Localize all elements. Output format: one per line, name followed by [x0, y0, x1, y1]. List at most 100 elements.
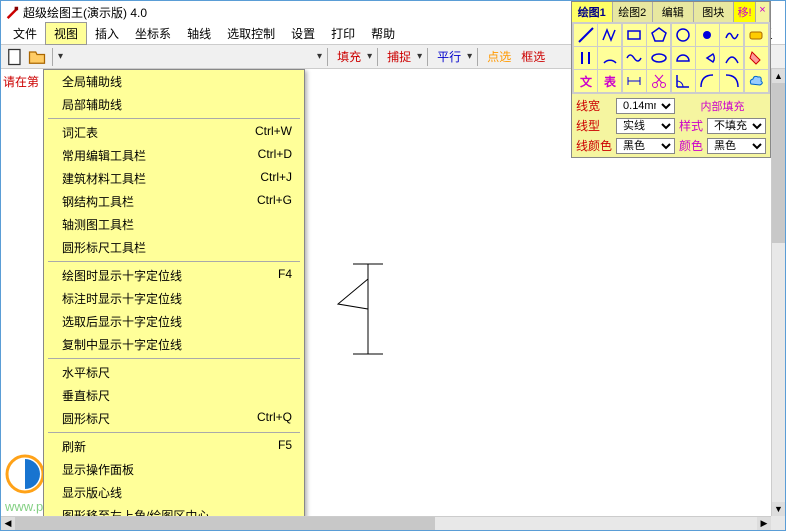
menu-view[interactable]: 视图 — [45, 22, 87, 45]
tool-rect[interactable] — [623, 24, 646, 46]
menu-file[interactable]: 文件 — [5, 23, 45, 44]
tool-freehand[interactable] — [720, 24, 743, 46]
menu-global-guides[interactable]: 全局辅助线 — [44, 70, 304, 93]
scroll-left-button[interactable]: ◀ — [1, 517, 15, 530]
linestyle-select[interactable]: 实线 — [616, 118, 675, 134]
menu-coord[interactable]: 坐标系 — [127, 23, 179, 44]
tool-circle[interactable] — [672, 24, 695, 46]
svg-text:文: 文 — [580, 74, 593, 89]
linewidth-label: 线宽 — [576, 97, 612, 114]
tool-dot[interactable] — [696, 24, 719, 46]
menu-crosshair-annotate[interactable]: 标注时显示十字定位线 — [44, 287, 304, 310]
linecolor-select[interactable]: 黑色 — [616, 138, 675, 154]
menu-settings[interactable]: 设置 — [283, 23, 323, 44]
menu-local-guides[interactable]: 局部辅助线 — [44, 93, 304, 116]
tool-text[interactable]: 文 — [574, 70, 597, 92]
tool-arc3[interactable] — [720, 70, 743, 92]
vertical-scrollbar[interactable]: ▲ ▼ — [771, 69, 785, 516]
app-icon — [5, 5, 19, 19]
tool-sector[interactable] — [696, 47, 719, 69]
snap-label[interactable]: 捕捉 — [383, 48, 415, 65]
tool-polyline[interactable] — [598, 24, 621, 46]
tool-cut[interactable] — [647, 70, 670, 92]
menu-show-panel[interactable]: 显示操作面板 — [44, 458, 304, 481]
palette-move[interactable]: 移! — [734, 2, 756, 22]
scroll-thumb[interactable] — [15, 517, 435, 530]
tool-eraser[interactable] — [745, 24, 768, 46]
menu-axon-toolbar[interactable]: 轴测图工具栏 — [44, 213, 304, 236]
palette-tab-draw1[interactable]: 绘图1 — [572, 2, 613, 22]
tool-angle[interactable] — [672, 70, 695, 92]
fill-label[interactable]: 填充 — [333, 48, 365, 65]
menu-select[interactable]: 选取控制 — [219, 23, 283, 44]
new-button[interactable] — [5, 47, 25, 67]
menu-circle-ruler-toolbar[interactable]: 圆形标尺工具栏 — [44, 236, 304, 259]
menu-crosshair-select[interactable]: 选取后显示十字定位线 — [44, 310, 304, 333]
dropdown-2[interactable]: ▾ — [317, 51, 322, 62]
menu-show-margin[interactable]: 显示版心线 — [44, 481, 304, 504]
menu-steel-toolbar[interactable]: 钢结构工具栏Ctrl+G — [44, 190, 304, 213]
point-select-label[interactable]: 点选 — [483, 48, 515, 65]
tool-table[interactable]: 表 — [598, 70, 621, 92]
tool-line[interactable] — [574, 24, 597, 46]
fillcolor-label: 颜色 — [679, 137, 703, 154]
view-dropdown: 全局辅助线 局部辅助线 词汇表Ctrl+W 常用编辑工具栏Ctrl+D 建筑材料… — [43, 69, 305, 516]
tool-polygon[interactable] — [647, 24, 670, 46]
menu-vruler[interactable]: 垂直标尺 — [44, 384, 304, 407]
svg-text:表: 表 — [603, 74, 617, 89]
tool-cloud[interactable] — [745, 70, 768, 92]
palette-close[interactable]: × — [756, 2, 770, 22]
menu-common-toolbar[interactable]: 常用编辑工具栏Ctrl+D — [44, 144, 304, 167]
linewidth-select[interactable]: 0.14mm — [616, 98, 675, 114]
app-title: 超级绘图王(演示版) 4.0 — [23, 4, 147, 21]
fillcolor-select[interactable]: 黑色 — [707, 138, 766, 154]
separator — [377, 48, 378, 66]
inner-fill-title: 内部填充 — [679, 98, 766, 114]
menu-help[interactable]: 帮助 — [363, 23, 403, 44]
tool-ellipse[interactable] — [647, 47, 670, 69]
tool-halfcircle[interactable] — [672, 47, 695, 69]
menu-refresh[interactable]: 刷新F5 — [44, 435, 304, 458]
menu-separator — [48, 118, 300, 119]
tool-arc[interactable] — [598, 47, 621, 69]
menu-cruler[interactable]: 圆形标尺Ctrl+Q — [44, 407, 304, 430]
box-select-label[interactable]: 框选 — [517, 48, 549, 65]
menu-crosshair-draw[interactable]: 绘图时显示十字定位线F4 — [44, 264, 304, 287]
linecolor-label: 线颜色 — [576, 137, 612, 154]
tool-palette: 绘图1 绘图2 编辑 图块 移! × 文 表 线宽 0.14mm 内部填充 — [571, 1, 771, 158]
menu-separator — [48, 261, 300, 262]
menu-move-topleft[interactable]: 图形移至左上角/绘图区中心 — [44, 504, 304, 516]
scroll-thumb[interactable] — [772, 83, 785, 243]
separator — [477, 48, 478, 66]
tool-arc2[interactable] — [696, 70, 719, 92]
menu-axis[interactable]: 轴线 — [179, 23, 219, 44]
menu-hruler[interactable]: 水平标尺 — [44, 361, 304, 384]
menu-vocab[interactable]: 词汇表Ctrl+W — [44, 121, 304, 144]
separator — [52, 48, 53, 66]
linestyle-label: 线型 — [576, 117, 612, 134]
fillstyle-label: 样式 — [679, 117, 703, 134]
palette-tab-edit[interactable]: 编辑 — [653, 2, 694, 22]
fillstyle-select[interactable]: 不填充 — [707, 118, 766, 134]
menu-crosshair-copy[interactable]: 复制中显示十字定位线 — [44, 333, 304, 356]
parallel-label[interactable]: 平行 — [433, 48, 465, 65]
tool-wave[interactable] — [623, 47, 646, 69]
scroll-down-button[interactable]: ▼ — [772, 502, 785, 516]
open-button[interactable] — [27, 47, 47, 67]
menu-insert[interactable]: 插入 — [87, 23, 127, 44]
dropdown-arrow[interactable]: ▾ — [58, 51, 63, 62]
palette-tools: 文 表 — [572, 22, 770, 94]
scroll-up-button[interactable]: ▲ — [772, 69, 785, 83]
scroll-right-button[interactable]: ▶ — [757, 517, 771, 530]
palette-tab-draw2[interactable]: 绘图2 — [613, 2, 654, 22]
menu-building-toolbar[interactable]: 建筑材料工具栏Ctrl+J — [44, 167, 304, 190]
tool-fill[interactable] — [745, 47, 768, 69]
watermark-logo — [5, 454, 45, 494]
palette-tab-block[interactable]: 图块 — [694, 2, 735, 22]
menu-print[interactable]: 打印 — [323, 23, 363, 44]
horizontal-scrollbar[interactable]: ◀ ▶ — [1, 516, 771, 530]
tool-curve2[interactable] — [720, 47, 743, 69]
tool-dimension[interactable] — [623, 70, 646, 92]
tool-parallel[interactable] — [574, 47, 597, 69]
palette-tabs: 绘图1 绘图2 编辑 图块 移! × — [572, 2, 770, 22]
